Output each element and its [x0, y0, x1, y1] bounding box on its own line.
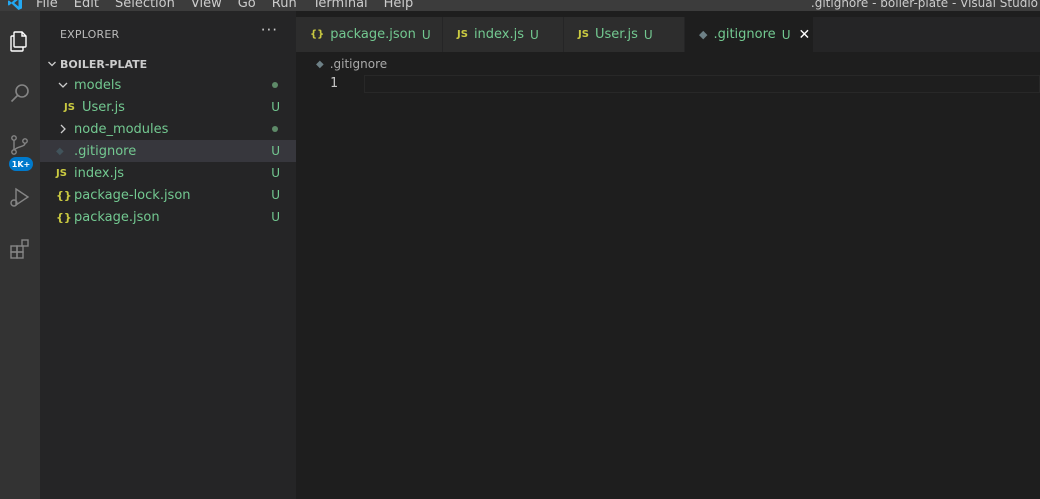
- workspace-title: BOILER-PLATE: [60, 57, 148, 71]
- tree-item-label: package.json: [74, 209, 160, 225]
- javascript-file-icon: JS: [578, 29, 589, 40]
- tab-package-json[interactable]: {} package.json U: [296, 17, 443, 52]
- activity-bar: 1K+: [0, 11, 40, 499]
- editor-tabs: {} package.json U JS index.js U JS User.…: [296, 17, 1040, 52]
- tab-index-js[interactable]: JS index.js U: [443, 17, 564, 52]
- tree-item-node-modules[interactable]: node_modules: [40, 118, 296, 140]
- extensions-icon[interactable]: [0, 229, 40, 269]
- line-number: 1: [330, 76, 338, 91]
- git-file-icon: ◆: [699, 28, 708, 41]
- chevron-down-icon: [48, 61, 56, 67]
- code-editor[interactable]: 1: [296, 74, 1040, 499]
- more-actions-icon[interactable]: ···: [261, 21, 278, 39]
- chevron-down-icon: [58, 82, 68, 88]
- menu-help[interactable]: Help: [384, 0, 414, 11]
- current-line-highlight: [364, 75, 1040, 93]
- menu-run[interactable]: Run: [272, 0, 297, 11]
- source-control-badge: 1K+: [9, 157, 33, 171]
- vscode-logo-icon: [4, 0, 26, 11]
- close-icon[interactable]: ✕: [798, 27, 810, 43]
- modified-dot-icon: [272, 82, 278, 88]
- tab-label: package.json: [330, 27, 416, 42]
- untracked-status: U: [530, 27, 539, 42]
- explorer-sidebar: EXPLORER ··· BOILER-PLATE models JS User…: [40, 11, 296, 499]
- tree-item-models[interactable]: models: [40, 74, 296, 96]
- chevron-right-icon: [60, 124, 66, 134]
- tree-item-index-js[interactable]: JS index.js U: [40, 162, 296, 184]
- json-file-icon: {}: [310, 29, 325, 40]
- workspace-section-header[interactable]: BOILER-PLATE: [40, 53, 296, 75]
- json-file-icon: {}: [56, 210, 72, 224]
- tree-item-label: node_modules: [74, 121, 169, 137]
- tab-gitignore[interactable]: ◆ .gitignore U ✕: [685, 17, 814, 52]
- menu-file[interactable]: File: [36, 0, 58, 11]
- untracked-status: U: [271, 100, 280, 114]
- untracked-status: U: [271, 210, 280, 224]
- untracked-status: U: [643, 27, 653, 42]
- search-icon[interactable]: [0, 73, 40, 113]
- untracked-status: U: [271, 144, 280, 158]
- menu-go[interactable]: Go: [238, 0, 256, 11]
- javascript-file-icon: JS: [457, 29, 468, 40]
- git-file-icon: ◆: [56, 145, 64, 157]
- explorer-icon[interactable]: [0, 21, 40, 61]
- menu-selection[interactable]: Selection: [115, 0, 175, 11]
- breadcrumb[interactable]: ◆ .gitignore: [316, 54, 387, 74]
- untracked-status: U: [271, 188, 280, 202]
- json-file-icon: {}: [56, 188, 72, 202]
- untracked-status: U: [781, 27, 791, 42]
- explorer-header: EXPLORER: [60, 28, 120, 41]
- modified-dot-icon: [272, 126, 278, 132]
- tree-item-package-json[interactable]: {} package.json U: [40, 206, 296, 228]
- menu-terminal[interactable]: Terminal: [313, 0, 368, 11]
- javascript-file-icon: JS: [56, 167, 67, 179]
- tab-label: User.js: [594, 27, 638, 42]
- breadcrumb-file[interactable]: .gitignore: [330, 57, 387, 71]
- git-file-icon: ◆: [316, 58, 324, 70]
- tree-item-label: User.js: [82, 99, 125, 115]
- javascript-file-icon: JS: [64, 101, 75, 113]
- menu-edit[interactable]: Edit: [74, 0, 99, 11]
- tree-item-label: index.js: [74, 165, 125, 181]
- tree-item-label: .gitignore: [74, 143, 137, 159]
- tree-item-label: package-lock.json: [74, 187, 191, 203]
- window-title: .gitignore - boiler-plate - Visual Studi…: [810, 0, 1038, 10]
- tree-item-label: models: [74, 77, 122, 93]
- tab-label: .gitignore: [713, 27, 776, 42]
- tab-user-js[interactable]: JS User.js U: [564, 17, 685, 52]
- title-bar: File Edit Selection View Go Run Terminal…: [0, 0, 1040, 11]
- tree-item-user-js[interactable]: JS User.js U: [40, 96, 296, 118]
- tab-label: index.js: [473, 27, 525, 42]
- untracked-status: U: [271, 166, 280, 180]
- menu-bar: File Edit Selection View Go Run Terminal…: [36, 0, 429, 11]
- run-debug-icon[interactable]: [0, 177, 40, 217]
- tree-item-package-lock-json[interactable]: {} package-lock.json U: [40, 184, 296, 206]
- untracked-status: U: [421, 27, 431, 42]
- menu-view[interactable]: View: [191, 0, 222, 11]
- tree-item-gitignore[interactable]: ◆ .gitignore U: [40, 140, 296, 162]
